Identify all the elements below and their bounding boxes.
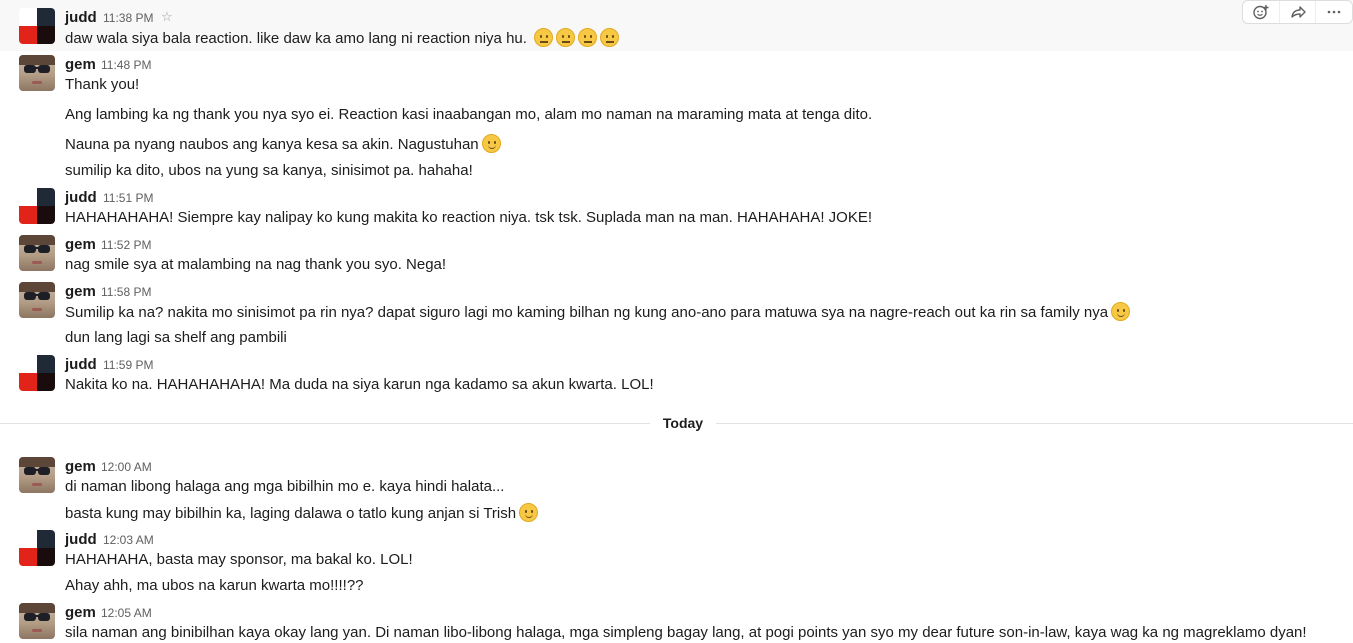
message-text: daw wala siya bala reaction. like daw ka… [65,28,620,49]
author-name[interactable]: judd [65,531,97,549]
neutral-face-emoji [578,28,598,47]
message-timestamp[interactable]: 12:05 AM [101,604,152,622]
author-name[interactable]: gem [65,283,96,301]
message-timestamp[interactable]: 12:00 AM [101,458,152,476]
message-text: basta kung may bibilhin ka, laging dalaw… [65,503,539,524]
avatar-judd[interactable] [19,530,55,566]
message-text: sila naman ang binibilhan kaya okay lang… [65,624,1307,641]
neutral-face-emoji [600,28,620,47]
message-text: Thank you! [65,76,140,93]
author-name[interactable]: gem [65,236,96,254]
message-text: nag smile sya at malambing na nag thank … [65,256,447,273]
avatar-judd[interactable] [19,188,55,224]
avatar-gem[interactable] [19,235,55,271]
slightly-smiling-face-emoji [481,134,501,153]
avatar-gem[interactable] [19,603,55,639]
avatar-judd[interactable] [19,8,55,44]
message-text: Ahay ahh, ma ubos na karun kwarta mo!!!!… [65,577,364,594]
message-timestamp[interactable]: 11:51 PM [103,189,153,207]
avatar-gem[interactable] [19,457,55,493]
author-name[interactable]: judd [65,189,97,207]
share-icon[interactable] [1278,1,1316,23]
message-text: sumilip ka dito, ubos na yung sa kanya, … [65,162,473,179]
message-text: Ang lambing ka ng thank you nya syo ei. … [65,106,873,123]
add-reaction-icon[interactable] [1243,1,1279,23]
slightly-smiling-face-emoji [519,503,539,522]
message-timestamp[interactable]: 11:59 PM [103,356,153,374]
message-text: Nakita ko na. HAHAHAHAHA! Ma duda na siy… [65,376,654,393]
avatar-judd[interactable] [19,355,55,391]
message-timestamp[interactable]: 12:03 AM [103,531,154,549]
message-text: dun lang lagi sa shelf ang pambili [65,329,287,346]
avatar-gem[interactable] [19,282,55,318]
author-name[interactable]: judd [65,356,97,374]
author-name[interactable]: gem [65,604,96,622]
more-actions-icon[interactable] [1315,1,1352,23]
message-timestamp[interactable]: 11:38 PM [103,9,153,27]
avatar-gem[interactable] [19,55,55,91]
message-text: Sumilip ka na? nakita mo sinisimot pa ri… [65,302,1131,323]
message-text: di naman libong halaga ang mga bibilhin … [65,478,505,495]
message-text: Nauna pa nyang naubos ang kanya kesa sa … [65,134,501,155]
message-timestamp[interactable]: 11:48 PM [101,56,151,74]
message-timestamp[interactable]: 11:52 PM [101,236,151,254]
author-name[interactable]: gem [65,56,96,74]
message-actions-toolbar [1242,0,1353,24]
star-icon[interactable]: ☆ [161,10,173,24]
neutral-face-emoji [556,28,576,47]
author-name[interactable]: gem [65,458,96,476]
slightly-smiling-face-emoji [1111,302,1131,321]
day-divider-label[interactable]: Today [650,413,716,433]
message-timestamp[interactable]: 11:58 PM [101,283,151,301]
message-text: HAHAHAHA, basta may sponsor, ma bakal ko… [65,551,413,568]
neutral-face-emoji [534,28,554,47]
message-text: HAHAHAHAHA! Siempre kay nalipay ko kung … [65,209,872,226]
author-name[interactable]: judd [65,9,97,27]
